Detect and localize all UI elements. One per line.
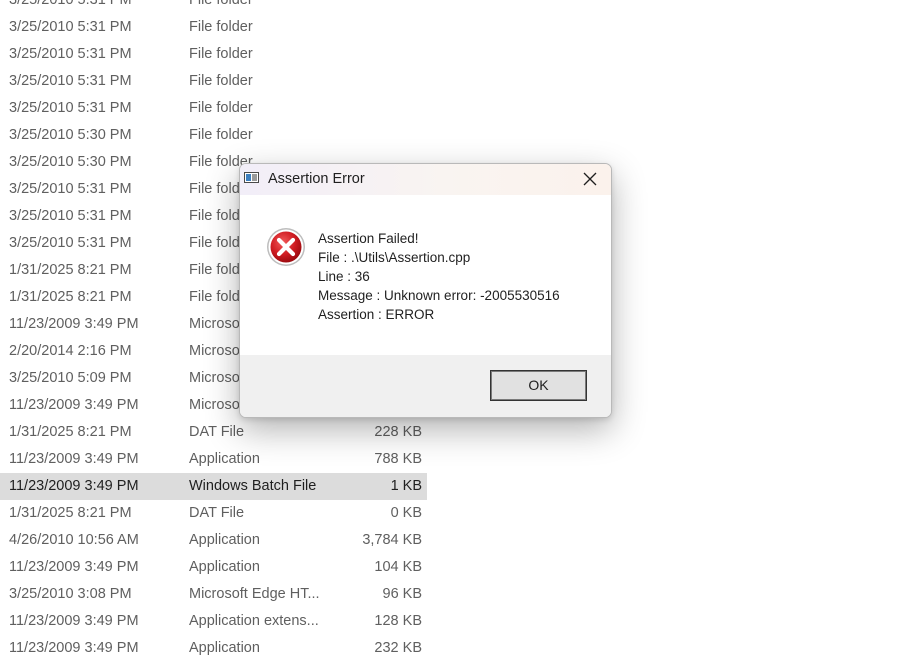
file-size: 104 KB: [374, 559, 422, 575]
date-modified: 3/25/2010 5:31 PM: [9, 181, 132, 197]
date-modified: 3/25/2010 5:31 PM: [9, 235, 132, 251]
file-row[interactable]: 11/23/2009 3:49 PM Application 104 KB: [0, 554, 427, 581]
file-row[interactable]: 11/23/2009 3:49 PM Application 232 KB: [0, 635, 427, 662]
file-type: File folder: [189, 19, 253, 35]
file-size: 96 KB: [382, 586, 423, 602]
date-modified: 3/25/2010 5:31 PM: [9, 100, 132, 116]
file-row[interactable]: 3/25/2010 5:31 PM File folder: [0, 68, 427, 95]
file-type: Application: [189, 451, 260, 467]
file-row[interactable]: 3/25/2010 5:31 PM File folder: [0, 95, 427, 122]
date-modified: 3/25/2010 5:09 PM: [9, 370, 132, 386]
file-row-selected[interactable]: 11/23/2009 3:49 PM Windows Batch File 1 KB: [0, 473, 427, 500]
file-size: 3,784 KB: [362, 532, 422, 548]
date-modified: 3/25/2010 5:31 PM: [9, 19, 132, 35]
date-modified: 11/23/2009 3:49 PM: [9, 451, 139, 467]
message-line: File : .\Utils\Assertion.cpp: [318, 250, 471, 265]
date-modified: 2/20/2014 2:16 PM: [9, 343, 132, 359]
date-modified: 3/25/2010 3:08 PM: [9, 586, 132, 602]
file-row[interactable]: 3/25/2010 5:31 PM File folder: [0, 0, 427, 14]
dialog-content: Assertion Failed! File : .\Utils\Asserti…: [240, 195, 611, 355]
file-type: Application: [189, 532, 260, 548]
file-type: Application extens...: [189, 613, 319, 629]
assertion-error-dialog: Assertion Error Assertion Failed! File :: [239, 163, 612, 418]
file-size: 788 KB: [374, 451, 422, 467]
date-modified: 3/25/2010 5:30 PM: [9, 127, 132, 143]
date-modified: 11/23/2009 3:49 PM: [9, 559, 139, 575]
file-row[interactable]: 3/25/2010 5:30 PM File folder: [0, 122, 427, 149]
message-line: Message : Unknown error: -2005530516: [318, 288, 560, 303]
dialog-footer: OK: [240, 355, 611, 417]
date-modified: 11/23/2009 3:49 PM: [9, 316, 139, 332]
file-type: File folder: [189, 73, 253, 89]
file-row[interactable]: 3/25/2010 5:31 PM File folder: [0, 41, 427, 68]
date-modified: 11/23/2009 3:49 PM: [9, 640, 139, 656]
error-icon: [267, 228, 305, 266]
date-modified: 11/23/2009 3:49 PM: [9, 478, 139, 494]
file-row[interactable]: 1/31/2025 8:21 PM DAT File 0 KB: [0, 500, 427, 527]
date-modified: 4/26/2010 10:56 AM: [9, 532, 139, 548]
file-type: File folder: [189, 100, 253, 116]
message-line: Assertion : ERROR: [318, 307, 435, 322]
file-type: Application: [189, 640, 260, 656]
file-type: DAT File: [189, 424, 245, 440]
file-type: DAT File: [189, 505, 245, 521]
date-modified: 3/25/2010 5:31 PM: [9, 73, 132, 89]
message-line: Assertion Failed!: [318, 231, 419, 246]
file-row[interactable]: 3/25/2010 3:08 PM Microsoft Edge HT... 96 …: [0, 581, 427, 608]
file-size: 0 KB: [390, 505, 422, 521]
date-modified: 1/31/2025 8:21 PM: [9, 289, 132, 305]
file-row[interactable]: 3/25/2010 5:31 PM File folder: [0, 14, 427, 41]
file-type: Windows Batch File: [189, 478, 317, 494]
date-modified: 3/25/2010 5:31 PM: [9, 0, 132, 8]
file-type: File folder: [189, 0, 253, 8]
message-line: Line : 36: [318, 269, 370, 284]
file-row[interactable]: 4/26/2010 10:56 AM Application 3,784 KB: [0, 527, 427, 554]
close-icon: [583, 172, 597, 186]
date-modified: 11/23/2009 3:49 PM: [9, 397, 139, 413]
file-type: Microsoft Edge HT...: [189, 586, 320, 602]
file-row[interactable]: 11/23/2009 3:49 PM Application 788 KB: [0, 446, 427, 473]
file-size: 232 KB: [374, 640, 422, 656]
file-type: File folder: [189, 46, 253, 62]
date-modified: 1/31/2025 8:21 PM: [9, 424, 132, 440]
file-size: 228 KB: [374, 424, 422, 440]
dialog-titlebar[interactable]: Assertion Error: [240, 164, 611, 195]
file-type: File folder: [189, 127, 253, 143]
date-modified: 3/25/2010 5:31 PM: [9, 46, 132, 62]
error-message: Assertion Failed! File : .\Utils\Asserti…: [318, 229, 560, 324]
file-row[interactable]: 11/23/2009 3:49 PM Application extens... 1…: [0, 608, 427, 635]
file-type: Application: [189, 559, 260, 575]
date-modified: 1/31/2025 8:21 PM: [9, 262, 132, 278]
date-modified: 3/25/2010 5:31 PM: [9, 208, 132, 224]
close-button[interactable]: [569, 164, 611, 195]
file-size: 1 KB: [390, 478, 422, 494]
date-modified: 11/23/2009 3:49 PM: [9, 613, 139, 629]
date-modified: 3/25/2010 5:30 PM: [9, 154, 132, 170]
file-size: 128 KB: [374, 613, 422, 629]
ok-button[interactable]: OK: [490, 370, 587, 401]
dialog-title: Assertion Error: [268, 171, 365, 187]
application-window-icon: [244, 172, 259, 183]
file-row[interactable]: 1/31/2025 8:21 PM DAT File 228 KB: [0, 419, 427, 446]
date-modified: 1/31/2025 8:21 PM: [9, 505, 132, 521]
